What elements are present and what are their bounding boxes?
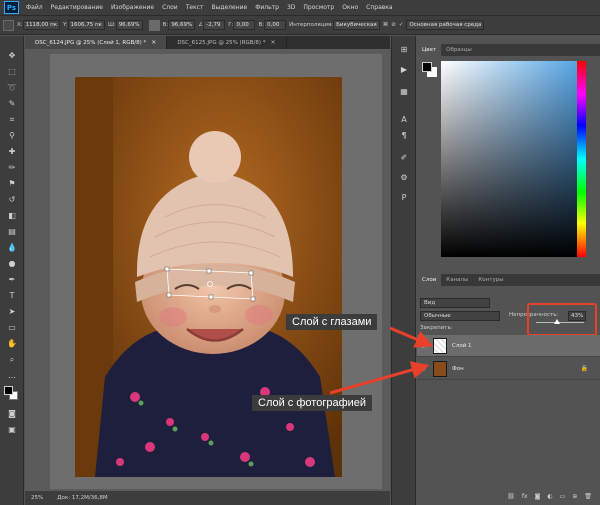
eyes-layer-callout: Слой с глазами <box>286 314 378 330</box>
arrow-to-photo-layer <box>329 361 430 395</box>
annotation-overlay <box>329 326 434 395</box>
photo-layer-callout: Слой с фотографией <box>252 395 373 411</box>
foreground-color-swatch[interactable] <box>422 62 432 72</box>
arrow-to-eyes-layer <box>389 326 434 348</box>
foreground-color-swatch[interactable] <box>4 386 13 395</box>
